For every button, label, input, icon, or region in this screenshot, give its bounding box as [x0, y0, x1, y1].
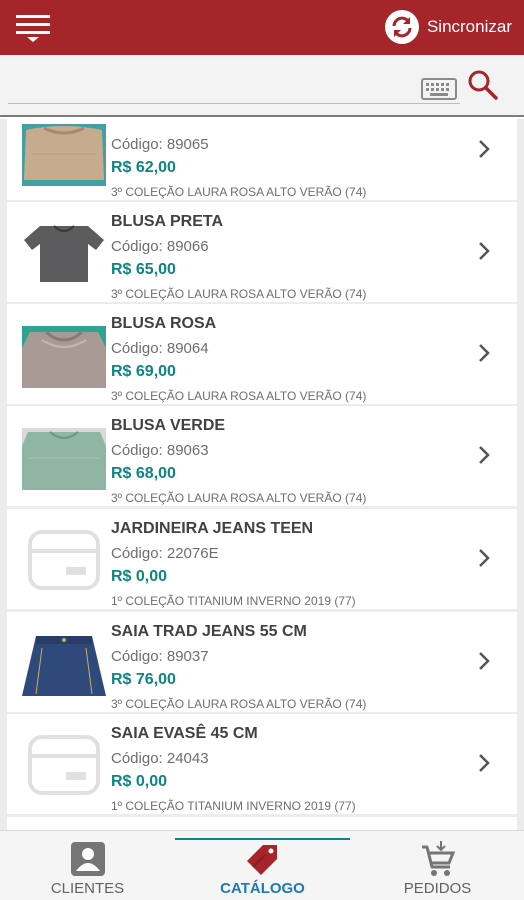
product-list[interactable]: Código: 89065 R$ 62,00 3º COLEÇÃO LAURA …	[0, 119, 524, 830]
chevron-right-icon	[479, 140, 490, 158]
sync-label: Sincronizar	[426, 17, 512, 36]
product-collection: 3º COLEÇÃO LAURA ROSA ALTO VERÃO (74)	[111, 287, 367, 301]
product-list-item[interactable]: Código: 89065 R$ 62,00 3º COLEÇÃO LAURA …	[7, 119, 517, 200]
product-code: Código: 89066	[111, 238, 209, 255]
tab-clientes[interactable]: CLIENTES	[0, 831, 175, 900]
product-name: SAIA EVASÊ 45 CM	[111, 725, 258, 742]
product-price: R$ 69,00	[111, 363, 176, 380]
product-name: SAIA TRAD JEANS 55 CM	[111, 623, 307, 640]
product-collection: 3º COLEÇÃO LAURA ROSA ALTO VERÃO (74)	[111, 389, 367, 403]
shopping-cart-icon	[421, 841, 455, 876]
product-code: Código: 22076E	[111, 545, 219, 562]
product-price: R$ 76,00	[111, 671, 176, 688]
person-badge-icon	[70, 842, 105, 876]
product-price: R$ 0,00	[111, 568, 168, 585]
chevron-right-icon	[479, 754, 490, 772]
product-thumbnail	[22, 428, 106, 490]
search-input[interactable]	[8, 103, 460, 104]
tab-label: CLIENTES	[50, 880, 125, 897]
bottom-navigation: CLIENTES CATÁLOGO PEDIDOS	[0, 830, 524, 900]
sync-button[interactable]: Sincronizar	[384, 8, 512, 46]
keyboard-icon[interactable]	[421, 77, 457, 101]
product-code: Código: 89065	[111, 136, 209, 153]
product-collection: 1º COLEÇÃO TITANIUM INVERNO 2019 (77)	[111, 799, 356, 813]
product-price: R$ 65,00	[111, 261, 176, 278]
product-thumbnail	[22, 326, 106, 388]
product-list-item[interactable]: BLUSA PRETA Código: 89066 R$ 65,00 3º CO…	[7, 202, 517, 302]
tab-label: PEDIDOS	[403, 880, 472, 897]
chevron-right-icon	[479, 344, 490, 362]
tab-catalogo[interactable]: CATÁLOGO	[175, 831, 350, 900]
product-list-item[interactable]: SAIA TRAD JEANS 55 CM Código: 89037 R$ 7…	[7, 612, 517, 712]
hamburger-menu-icon[interactable]	[14, 10, 54, 44]
product-thumbnail	[22, 634, 106, 696]
product-name: BLUSA PRETA	[111, 213, 223, 230]
product-thumbnail	[22, 124, 106, 186]
product-collection: 3º COLEÇÃO LAURA ROSA ALTO VERÃO (74)	[111, 697, 367, 711]
chevron-right-icon	[479, 446, 490, 464]
app-bar: Sincronizar	[0, 0, 524, 55]
product-code: Código: 89063	[111, 442, 209, 459]
product-thumbnail	[22, 222, 106, 284]
product-name: JARDINEIRA JEANS TEEN	[111, 520, 314, 537]
product-list-item[interactable]: JARDINEIRA JEANS TEEN Código: 22076E R$ …	[7, 509, 517, 609]
product-code: Código: 89064	[111, 340, 209, 357]
tab-label: CATÁLOGO	[220, 880, 305, 897]
product-price: R$ 68,00	[111, 465, 176, 482]
price-tag-icon	[246, 845, 277, 875]
product-list-item[interactable]: BLUSA VERDE Código: 89063 R$ 68,00 3º CO…	[7, 406, 517, 506]
tab-pedidos[interactable]: PEDIDOS	[350, 831, 524, 900]
product-list-item[interactable]: SAIA EVASÊ 45 CM Código: 24043 R$ 0,00 1…	[7, 714, 517, 814]
product-price: R$ 0,00	[111, 773, 168, 790]
product-code: Código: 24043	[111, 750, 209, 767]
product-collection: 3º COLEÇÃO LAURA ROSA ALTO VERÃO (74)	[111, 185, 367, 199]
product-collection: 3º COLEÇÃO LAURA ROSA ALTO VERÃO (74)	[111, 491, 367, 505]
search-icon[interactable]	[466, 68, 500, 102]
sync-icon	[384, 10, 419, 44]
placeholder-image-icon	[28, 530, 100, 590]
search-bar	[0, 55, 524, 117]
placeholder-image-icon	[28, 735, 100, 795]
chevron-right-icon	[479, 549, 490, 567]
product-collection: 1º COLEÇÃO TITANIUM INVERNO 2019 (77)	[111, 594, 356, 608]
chevron-right-icon	[479, 652, 490, 670]
product-code: Código: 89037	[111, 648, 209, 665]
chevron-right-icon	[479, 242, 490, 260]
product-list-item[interactable]	[7, 817, 517, 830]
product-name: BLUSA VERDE	[111, 417, 226, 434]
product-name: BLUSA ROSA	[111, 315, 217, 332]
product-price: R$ 62,00	[111, 159, 176, 176]
product-list-item[interactable]: BLUSA ROSA Código: 89064 R$ 69,00 3º COL…	[7, 304, 517, 404]
